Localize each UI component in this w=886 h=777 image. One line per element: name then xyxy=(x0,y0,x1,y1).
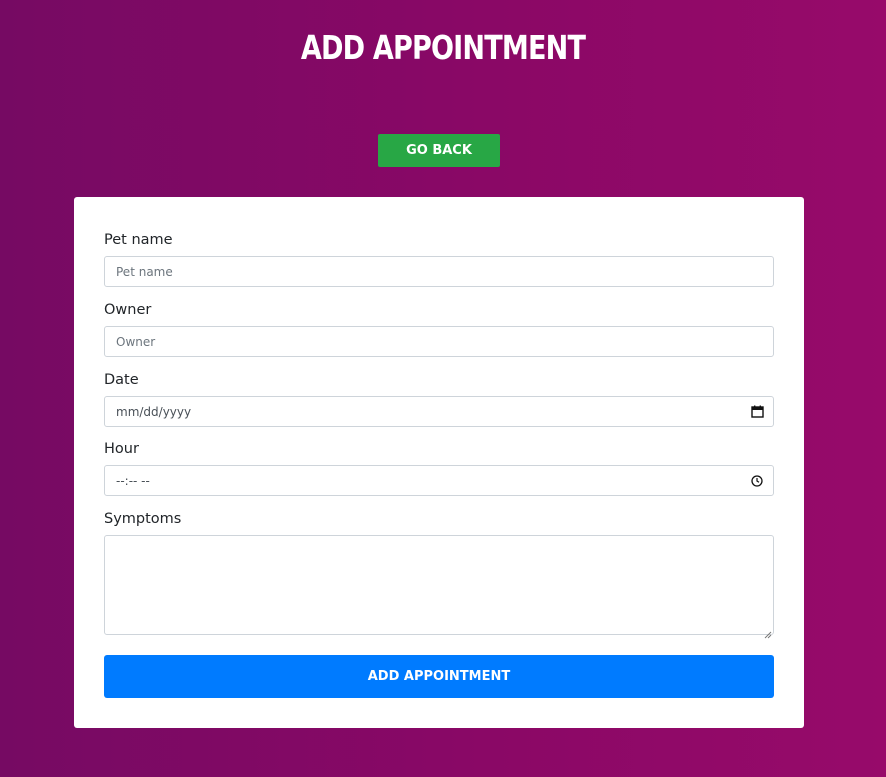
owner-placeholder: Owner xyxy=(116,334,156,349)
pet-name-placeholder: Pet name xyxy=(116,264,173,279)
symptoms-label: Symptoms xyxy=(104,511,182,527)
hour-format-text: --:-- -- xyxy=(116,473,150,488)
hour-input[interactable]: --:-- -- xyxy=(104,465,774,496)
appointment-form-card: Pet name Pet name Owner Owner Date mm/dd… xyxy=(74,197,804,728)
date-format-text: mm/dd/yyyy xyxy=(116,404,192,419)
owner-input[interactable]: Owner xyxy=(104,326,774,357)
page-title: ADD APPOINTMENT xyxy=(300,28,586,67)
symptoms-textarea[interactable] xyxy=(104,535,774,639)
date-input[interactable]: mm/dd/yyyy xyxy=(104,396,774,427)
resize-handle-icon[interactable] xyxy=(763,624,772,639)
pet-name-input[interactable]: Pet name xyxy=(104,256,774,287)
calendar-icon[interactable] xyxy=(750,405,764,419)
go-back-button[interactable]: GO BACK xyxy=(378,134,500,167)
pet-name-label: Pet name xyxy=(104,232,173,248)
date-label: Date xyxy=(104,372,139,388)
clock-icon[interactable] xyxy=(750,474,764,488)
hour-label: Hour xyxy=(104,441,139,457)
add-appointment-button[interactable]: ADD APPOINTMENT xyxy=(104,655,774,698)
owner-label: Owner xyxy=(104,302,152,318)
